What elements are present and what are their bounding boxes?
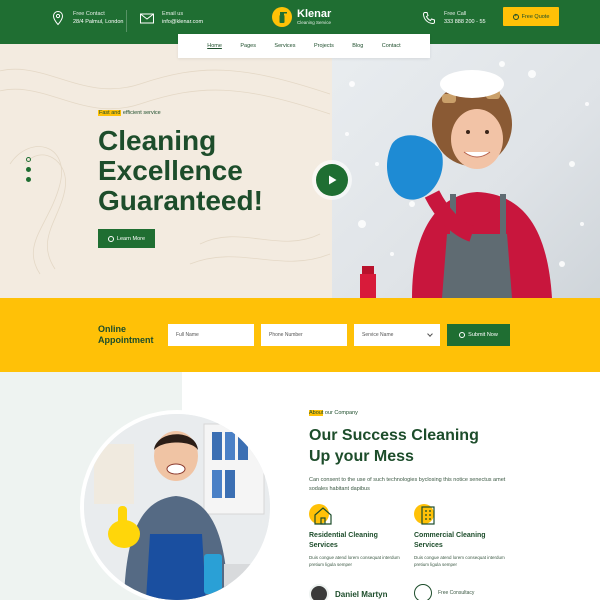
hero-section: Fast and efficient service Cleaning Exce…	[0, 44, 600, 298]
learn-more-button[interactable]: Learn More	[98, 229, 155, 248]
nav-projects[interactable]: Projects	[314, 43, 334, 49]
building-icon	[414, 504, 440, 526]
service-name-value: Service Name	[362, 332, 394, 338]
hero-left-panel: Fast and efficient service Cleaning Exce…	[0, 44, 332, 298]
contact-info: Free Contact 28/4 Palmul, London	[50, 10, 123, 26]
service-name-select[interactable]: Service Name	[354, 324, 440, 346]
plus-circle-icon	[459, 332, 466, 338]
slider-dot-3[interactable]	[26, 177, 31, 182]
contact-address: 28/4 Palmul, London	[73, 19, 124, 25]
logo-name: Klenar	[297, 8, 332, 20]
woman-cleaning-window-illustration	[345, 61, 589, 298]
logo[interactable]: Klenar Cleaning Service	[272, 7, 331, 27]
submit-now-label: Submit Now	[468, 332, 498, 338]
call-info[interactable]: Free Call 333 888 200 - 55	[421, 10, 486, 26]
hero-title: Cleaning Excellence Guaranteed!	[98, 125, 263, 216]
phone-number-input[interactable]: Phone Number	[261, 324, 347, 346]
nav-contact[interactable]: Contact	[382, 43, 401, 49]
phone-icon	[422, 12, 435, 25]
location-pin-icon	[52, 10, 64, 26]
service-title: Commercial Cleaning Services	[414, 532, 486, 549]
phone-icon	[414, 584, 432, 600]
learn-more-label: Learn More	[116, 235, 146, 242]
plus-circle-icon: +	[512, 13, 519, 20]
email-info[interactable]: Email us info@klenar.com	[139, 10, 203, 26]
call-label: Free Call	[444, 11, 467, 17]
author-info: Daniel Martyn	[309, 584, 387, 600]
email-address[interactable]: info@klenar.com	[162, 18, 203, 26]
appointment-title: Online Appointment	[98, 324, 154, 345]
avatar	[309, 584, 329, 600]
play-video-button[interactable]	[316, 164, 348, 196]
free-quote-button[interactable]: + Free Quote	[503, 7, 559, 26]
nav-blog[interactable]: Blog	[352, 43, 363, 49]
about-photo	[80, 410, 274, 600]
email-label: Email us	[162, 11, 184, 17]
nav-services[interactable]: Services	[274, 43, 295, 49]
slider-dots[interactable]	[26, 157, 31, 187]
man-thumbs-up-illustration	[84, 414, 270, 600]
free-quote-label: Free Quote	[521, 13, 550, 20]
house-icon	[309, 504, 335, 526]
chevron-down-icon	[427, 331, 433, 337]
about-tag: About our Company	[309, 410, 358, 416]
full-name-input[interactable]: Full Name	[168, 324, 254, 346]
about-section: About our Company Our Success Cleaning U…	[0, 372, 600, 600]
consultancy-contact[interactable]: Free Consultacy	[414, 584, 474, 600]
envelope-icon	[140, 13, 154, 24]
logo-tagline: Cleaning Service	[297, 20, 332, 25]
service-residential[interactable]: Residential Cleaning Services Duis congu…	[309, 504, 409, 568]
about-description: Can consent to the use of such technolog…	[309, 477, 506, 492]
service-description: Duis congue atend lorem consequat interd…	[414, 555, 505, 567]
plus-circle-icon	[107, 235, 114, 242]
slider-dot-1[interactable]	[26, 157, 31, 162]
about-title: Our Success Cleaning Up your Mess	[309, 427, 479, 465]
service-commercial[interactable]: Commercial Cleaning Services Duis congue…	[414, 504, 514, 568]
submit-now-button[interactable]: Submit Now	[447, 324, 510, 346]
hero-image	[332, 44, 600, 298]
consultancy-label: Free Consultacy	[438, 590, 475, 596]
play-icon	[329, 175, 337, 185]
hero-tag: Fast and efficient service	[98, 110, 161, 116]
slider-dot-2[interactable]	[26, 167, 31, 172]
call-number[interactable]: 333 888 200 - 55	[444, 18, 486, 26]
contact-label: Free Contact	[73, 11, 105, 17]
service-description: Duis congue atend lorem consequat interd…	[309, 555, 400, 567]
main-nav: Home Pages Services Projects Blog Contac…	[178, 34, 430, 58]
logo-spray-icon	[272, 7, 292, 27]
nav-home[interactable]: Home	[207, 43, 222, 49]
service-title: Residential Cleaning Services	[309, 532, 378, 549]
nav-pages[interactable]: Pages	[240, 43, 256, 49]
appointment-section: Online Appointment Full Name Phone Numbe…	[0, 298, 600, 372]
divider	[126, 10, 127, 32]
author-name: Daniel Martyn	[335, 589, 388, 599]
